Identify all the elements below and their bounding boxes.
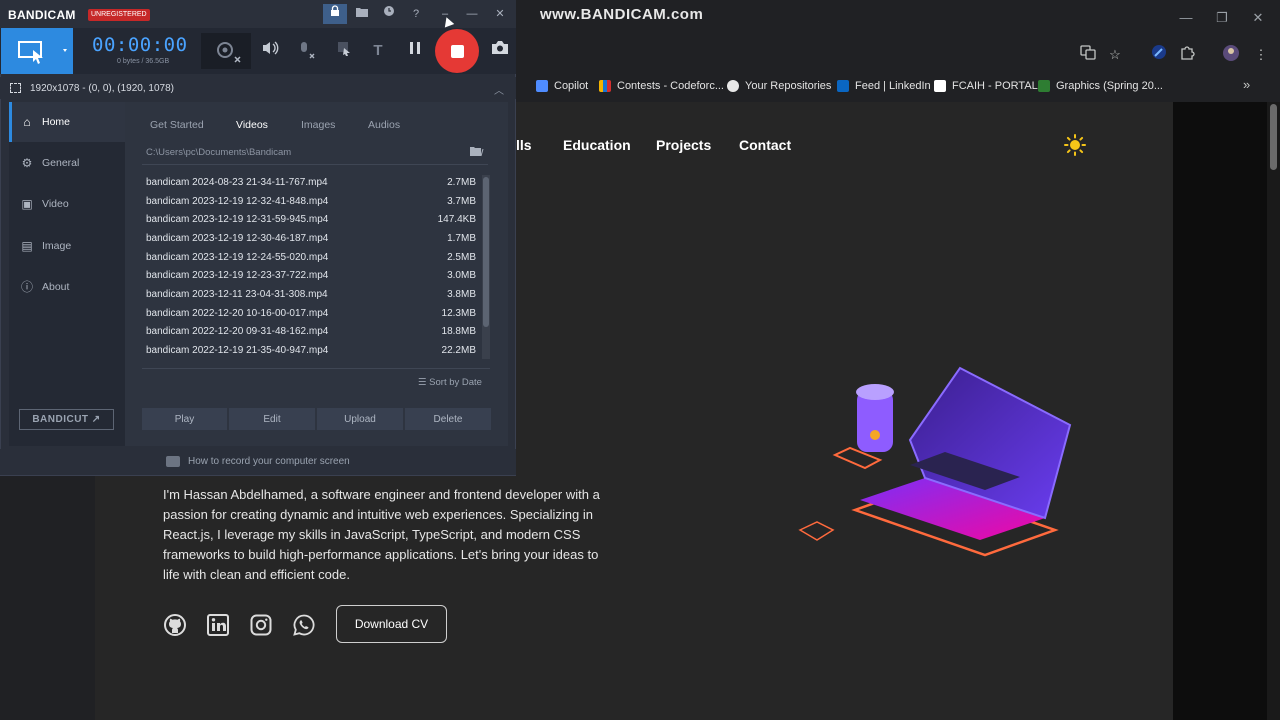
minimize-button[interactable]: — xyxy=(1176,8,1196,28)
help-icon[interactable]: ? xyxy=(404,4,428,24)
stop-record-button[interactable] xyxy=(435,29,479,73)
profile-avatar[interactable] xyxy=(1220,44,1242,66)
bandicam-logo: BANDICAM xyxy=(8,8,76,22)
theme-toggle-sun-icon[interactable] xyxy=(1064,134,1086,156)
sidebar-item-about[interactable]: ⓘ About xyxy=(9,267,125,307)
text-overlay-icon[interactable]: T xyxy=(367,40,389,62)
bookmark-star-icon[interactable]: ☆ xyxy=(1104,44,1126,66)
tab-images[interactable]: Images xyxy=(301,119,335,131)
tab-videos[interactable]: Videos xyxy=(236,119,268,131)
close-browser-button[interactable]: ✕ xyxy=(1248,8,1268,28)
webcam-toggle[interactable] xyxy=(201,33,251,69)
list-item[interactable]: bandicam 2023-12-19 12-30-46-187.mp4 1.7M… xyxy=(146,233,476,251)
list-item[interactable]: bandicam 2023-12-19 12-32-41-848.mp4 3.7M… xyxy=(146,196,476,214)
bookmark-codeforces[interactable]: Contests - Codeforc... xyxy=(599,78,724,94)
extensions-puzzle-icon[interactable] xyxy=(1176,44,1198,66)
codeforces-icon xyxy=(599,80,611,92)
file-list-scroll-thumb[interactable] xyxy=(483,177,489,327)
chat-icon xyxy=(166,456,180,467)
open-folder-icon[interactable] xyxy=(470,146,484,160)
sort-icon: ☰ xyxy=(418,377,430,388)
linkedin-icon[interactable] xyxy=(206,613,230,637)
upload-button[interactable]: Upload xyxy=(317,408,403,430)
gear-icon: ⚙ xyxy=(21,156,33,170)
chevron-up-icon[interactable]: ︿ xyxy=(494,82,504,97)
nav-education[interactable]: Education xyxy=(563,137,631,153)
github-icon[interactable] xyxy=(163,613,187,637)
nav-projects[interactable]: Projects xyxy=(656,137,711,153)
folder-icon[interactable] xyxy=(350,4,374,24)
cursor-effect-icon[interactable] xyxy=(333,40,355,62)
github-icon xyxy=(727,80,739,92)
play-button[interactable]: Play xyxy=(142,408,227,430)
translate-icon[interactable] xyxy=(1077,44,1099,66)
list-item[interactable]: bandicam 2024-08-23 21-34-11-767.mp4 2.7M… xyxy=(146,177,476,195)
whatsapp-icon[interactable] xyxy=(292,613,316,637)
nav-skills[interactable]: lls xyxy=(516,137,532,153)
bookmark-copilot[interactable]: Copilot xyxy=(536,78,588,94)
clock-icon[interactable] xyxy=(377,4,401,24)
list-item[interactable]: bandicam 2022-12-20 09-31-48-162.mp4 18.8… xyxy=(146,326,476,344)
camera-screenshot-icon[interactable] xyxy=(489,40,511,62)
bandicut-button[interactable]: BANDICUT ↗ xyxy=(19,409,114,430)
download-cv-button[interactable]: Download CV xyxy=(336,605,447,643)
bookmark-repositories[interactable]: Your Repositories xyxy=(727,78,831,94)
output-folder-path: C:\Users\pc\Documents\Bandicam xyxy=(146,147,292,158)
info-icon: ⓘ xyxy=(20,280,33,294)
page-scrollbar[interactable] xyxy=(1267,102,1280,720)
lock-icon[interactable] xyxy=(323,4,347,24)
sidebar-item-home[interactable]: ⌂ Home xyxy=(9,102,125,142)
divider xyxy=(142,164,488,165)
help-link[interactable]: How to record your computer screen xyxy=(188,456,350,467)
image-icon: ▤ xyxy=(21,239,33,253)
page-scroll-thumb[interactable] xyxy=(1270,104,1277,170)
capture-area-label: 1920x1078 - (0, 0), (1920, 1078) xyxy=(30,83,174,94)
microphone-icon[interactable] xyxy=(294,40,316,62)
laptop-illustration xyxy=(795,360,1085,600)
bandicam-watermark: www.BANDICAM.com xyxy=(540,6,704,23)
speaker-icon[interactable] xyxy=(259,40,281,62)
stop-icon xyxy=(450,44,464,58)
home-icon: ⌂ xyxy=(23,115,31,129)
list-item[interactable]: bandicam 2023-12-19 12-31-59-945.mp4 147.… xyxy=(146,214,476,232)
capture-area-icon xyxy=(10,83,21,93)
divider xyxy=(142,368,490,369)
bookmark-graphics[interactable]: Graphics (Spring 20... xyxy=(1038,78,1163,94)
sidebar-item-video[interactable]: ▣ Video xyxy=(9,184,125,224)
linkedin-icon xyxy=(837,80,849,92)
sidebar-item-image[interactable]: ▤ Image xyxy=(9,226,125,266)
unregistered-badge[interactable]: UNREGISTERED xyxy=(88,9,150,21)
sort-by-date-button[interactable]: ☰ Sort by Date xyxy=(418,377,482,388)
close-icon[interactable]: ✕ xyxy=(488,4,512,24)
bookmark-fcaih-portal[interactable]: FCAIH - PORTAL xyxy=(934,78,1038,94)
portal-icon xyxy=(934,80,946,92)
tab-audios[interactable]: Audios xyxy=(368,119,400,131)
instagram-icon[interactable] xyxy=(249,613,273,637)
page-margin xyxy=(1173,102,1267,720)
list-item[interactable]: bandicam 2022-12-20 10-16-00-017.mp4 12.3… xyxy=(146,308,476,326)
pause-icon[interactable] xyxy=(404,40,426,62)
browser-menu-icon[interactable]: ⋮ xyxy=(1250,44,1272,66)
screen-mode-button[interactable] xyxy=(1,28,73,74)
extension-pen-icon[interactable] xyxy=(1148,44,1170,66)
copilot-icon xyxy=(536,80,548,92)
sidebar-item-general[interactable]: ⚙ General xyxy=(9,143,125,183)
bookmarks-more-button[interactable]: » xyxy=(1243,77,1250,92)
restore-button[interactable]: ❐ xyxy=(1212,8,1232,28)
recording-size: 0 bytes / 36.5GB xyxy=(117,58,170,65)
classroom-icon xyxy=(1038,80,1050,92)
list-item[interactable]: bandicam 2023-12-11 23-04-31-308.mp4 3.8M… xyxy=(146,289,476,307)
list-item[interactable]: bandicam 2023-12-19 12-24-55-020.mp4 2.5M… xyxy=(146,252,476,270)
delete-button[interactable]: Delete xyxy=(405,408,491,430)
list-item[interactable]: bandicam 2023-12-19 12-23-37-722.mp4 3.0M… xyxy=(146,270,476,288)
bio-paragraph: I'm Hassan Abdelhamed, a software engine… xyxy=(163,487,600,582)
tab-get-started[interactable]: Get Started xyxy=(150,119,204,131)
edit-button[interactable]: Edit xyxy=(229,408,315,430)
list-item[interactable]: bandicam 2022-12-19 21-35-40-947.mp4 22.2… xyxy=(146,345,476,363)
minimize-icon[interactable]: — xyxy=(460,4,484,24)
bookmark-linkedin[interactable]: Feed | LinkedIn xyxy=(837,78,931,94)
nav-contact[interactable]: Contact xyxy=(739,137,791,153)
recording-timer: 00:00:00 xyxy=(92,34,188,56)
video-icon: ▣ xyxy=(21,197,33,211)
